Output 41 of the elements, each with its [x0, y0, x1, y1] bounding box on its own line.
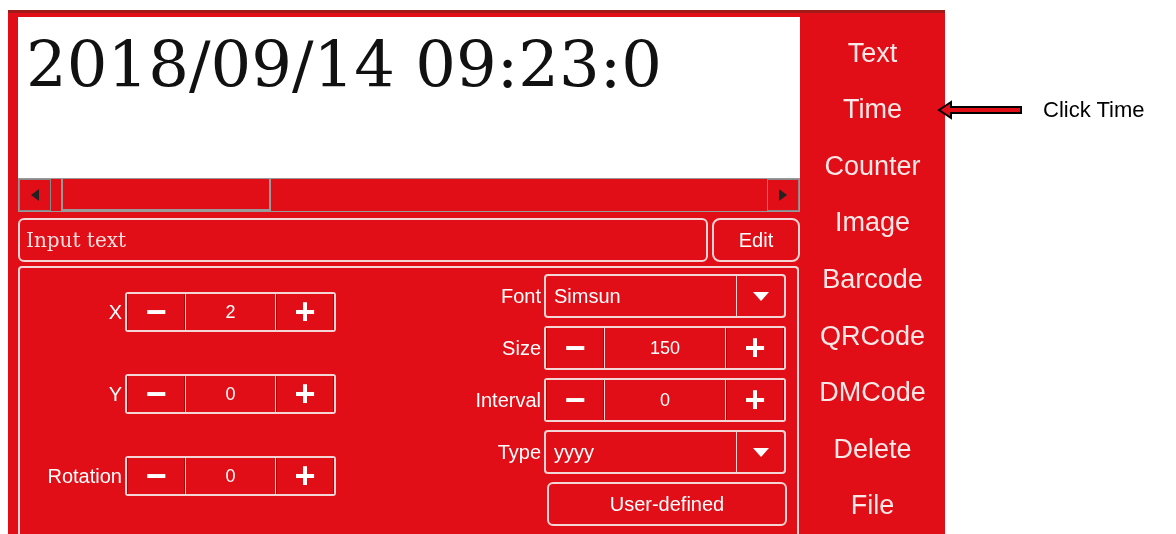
param-label: Type [496, 440, 542, 465]
dropdown[interactable]: yyyy [544, 430, 786, 474]
plus-button[interactable]: + [726, 328, 784, 368]
menu-item[interactable]: Delete [800, 420, 945, 478]
menu-item[interactable]: Text [800, 25, 945, 82]
param-label: Y [107, 382, 123, 407]
menu-item[interactable]: Counter [800, 138, 945, 195]
minus-button[interactable]: − [127, 294, 185, 330]
annotation-text: Click Time [1043, 96, 1145, 124]
menu-item[interactable]: Barcode [800, 251, 945, 308]
dropdown[interactable]: Simsun [544, 274, 786, 318]
param-label: Rotation [46, 464, 123, 489]
caret-icon [752, 291, 769, 301]
param-label: X [107, 300, 123, 325]
plus-button[interactable]: + [726, 380, 784, 420]
plus-button[interactable]: + [276, 294, 334, 330]
right-triangle-icon [779, 189, 787, 201]
menu-item[interactable]: Time [800, 81, 945, 139]
menu-item[interactable]: Image [800, 194, 945, 252]
menu-item[interactable]: QRCode [800, 307, 945, 365]
edit-button[interactable]: Edit [712, 218, 800, 262]
scroll-right-button[interactable] [767, 179, 799, 211]
scrollbar[interactable] [18, 178, 800, 212]
minus-button[interactable]: − [546, 380, 604, 420]
menu-item[interactable]: File [800, 477, 945, 534]
text-input-field[interactable]: Input text [18, 218, 708, 262]
param-label: Interval [474, 388, 542, 413]
scrollbar-thumb[interactable] [61, 179, 271, 211]
user-defined-button[interactable]: User-defined [547, 482, 787, 526]
plus-button[interactable]: + [276, 458, 334, 494]
param-label: Font [499, 284, 542, 309]
plus-button[interactable]: + [276, 376, 334, 412]
preview-text: 2018/09/14 09:23:0 [26, 33, 662, 97]
menu-item[interactable]: DMCode [800, 364, 945, 421]
caret-icon [752, 447, 769, 457]
scroll-left-button[interactable] [19, 179, 51, 211]
param-label: Size [501, 336, 542, 361]
left-triangle-icon [31, 189, 39, 201]
minus-button[interactable]: − [127, 458, 185, 494]
minus-button[interactable]: − [546, 328, 604, 368]
minus-button[interactable]: − [127, 376, 185, 412]
